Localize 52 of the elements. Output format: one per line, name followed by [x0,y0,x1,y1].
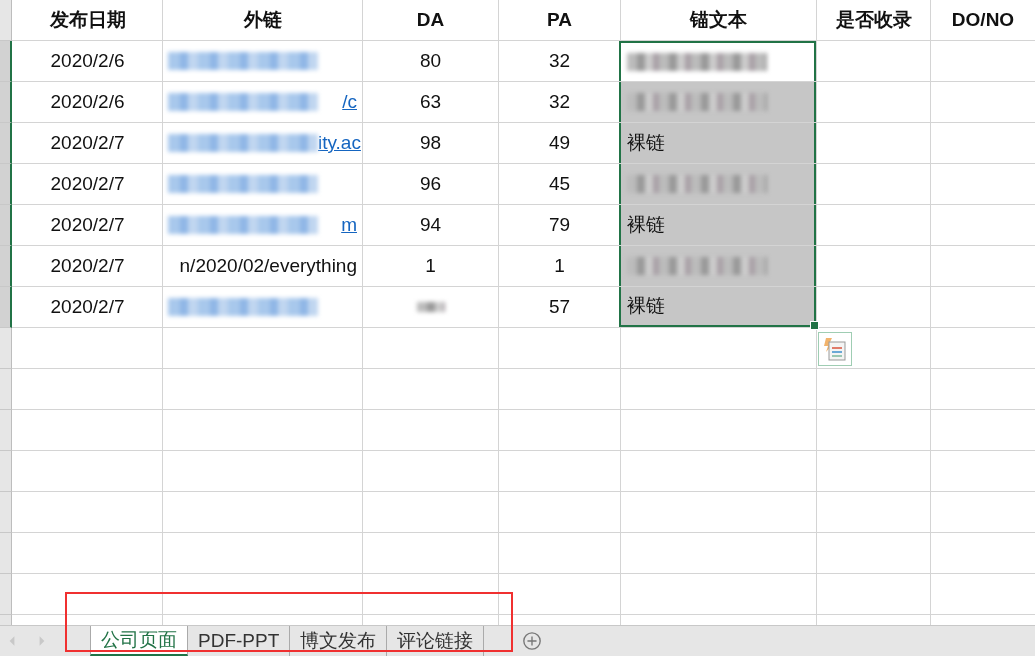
cell-text: 2020/2/7 [50,214,125,236]
sheet-tab[interactable]: 公司页面 [90,626,188,656]
column-header: DO/NO [950,8,1016,32]
cell-text: 1 [554,255,565,277]
selected-cell[interactable]: 裸链 [619,205,816,245]
cell-text: 57 [548,296,571,318]
link-text: /c [342,91,357,113]
add-sheet-icon[interactable] [522,631,543,651]
cell-text: 1 [425,255,436,277]
cell-text: 98 [419,132,442,154]
row-header[interactable] [0,82,12,123]
column-header: DA [415,8,446,32]
row-header[interactable] [0,164,12,205]
cell-text: 2020/2/7 [50,255,125,277]
selected-cell[interactable]: 裸链 [619,123,816,163]
cell-text: 32 [548,50,571,72]
cell-text: 45 [548,173,571,195]
cell-text: 63 [419,91,442,113]
selected-cell[interactable] [619,41,816,81]
cell-text: 2020/2/7 [50,173,125,195]
cell-text: 32 [548,91,571,113]
cell-text: 2020/2/7 [50,132,125,154]
column-header: PA [546,8,573,32]
row-header[interactable] [0,41,12,82]
cell-text: 裸链 [627,212,665,237]
cell-text: 2020/2/6 [50,91,125,113]
cell-text: 94 [419,214,442,236]
column-header: 锚文本 [688,8,748,32]
selected-cell[interactable]: 裸链 [619,287,816,327]
link-text: m [341,214,357,236]
cell-text: 裸链 [627,293,665,318]
row-header[interactable] [0,123,12,164]
cell-text: 80 [419,50,442,72]
fill-handle[interactable] [810,321,819,330]
column-header: 外链 [242,8,283,32]
cell-text: 49 [548,132,571,154]
link-text: ity.ac [318,132,361,154]
selected-cell[interactable] [619,246,816,286]
cell-text: 2020/2/7 [50,296,125,318]
cell-text: 79 [548,214,571,236]
selected-cell[interactable] [619,82,816,122]
row-header[interactable] [0,287,12,328]
row-header[interactable] [0,205,12,246]
paste-options-icon[interactable] [818,332,852,366]
cell-text: n/2020/02/everything [179,255,357,277]
selected-cell[interactable] [619,164,816,204]
column-header: 发布日期 [48,8,127,32]
cell-text: 96 [419,173,442,195]
cell-text: 裸链 [627,130,665,155]
cell-text: 2020/2/6 [50,50,125,72]
row-header[interactable] [0,246,12,287]
column-header: 是否收录 [834,8,913,32]
